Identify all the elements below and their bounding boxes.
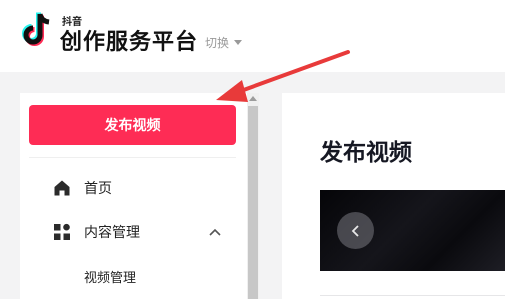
sidebar-item-home[interactable]: 首页: [20, 170, 247, 206]
apps-icon: [54, 223, 70, 240]
sidebar-subitem-video-management[interactable]: 视频管理: [20, 258, 247, 294]
video-preview: [320, 190, 505, 271]
scroll-up-arrow-icon[interactable]: [249, 96, 257, 101]
sidebar: 发布视频 首页 内容管理 视频管理: [20, 93, 247, 299]
chevron-left-icon: [351, 224, 359, 237]
sidebar-subitem-label: 视频管理: [84, 270, 137, 286]
sidebar-scrollbar[interactable]: [247, 93, 259, 299]
switch-dropdown[interactable]: 切换: [205, 34, 243, 51]
previous-button[interactable]: [337, 212, 374, 249]
page-title: 发布视频: [320, 140, 412, 166]
home-icon: [54, 180, 70, 196]
caret-down-icon: [234, 40, 243, 45]
scrollbar-thumb[interactable]: [248, 106, 258, 299]
sidebar-item-content-management[interactable]: 内容管理: [20, 214, 247, 250]
brand-title: 创作服务平台: [60, 30, 199, 55]
content-divider: [320, 295, 505, 296]
top-bar: 抖音 创作服务平台 切换: [0, 0, 505, 72]
sidebar-item-label: 内容管理: [84, 225, 140, 241]
sidebar-divider: [29, 157, 236, 158]
chevron-up-icon[interactable]: [209, 228, 221, 236]
douyin-logo-icon[interactable]: [18, 10, 54, 50]
sidebar-item-label: 首页: [84, 181, 112, 197]
publish-video-button[interactable]: 发布视频: [29, 105, 236, 145]
main-panel: 发布视频: [282, 93, 505, 299]
switch-label: 切换: [205, 36, 230, 50]
